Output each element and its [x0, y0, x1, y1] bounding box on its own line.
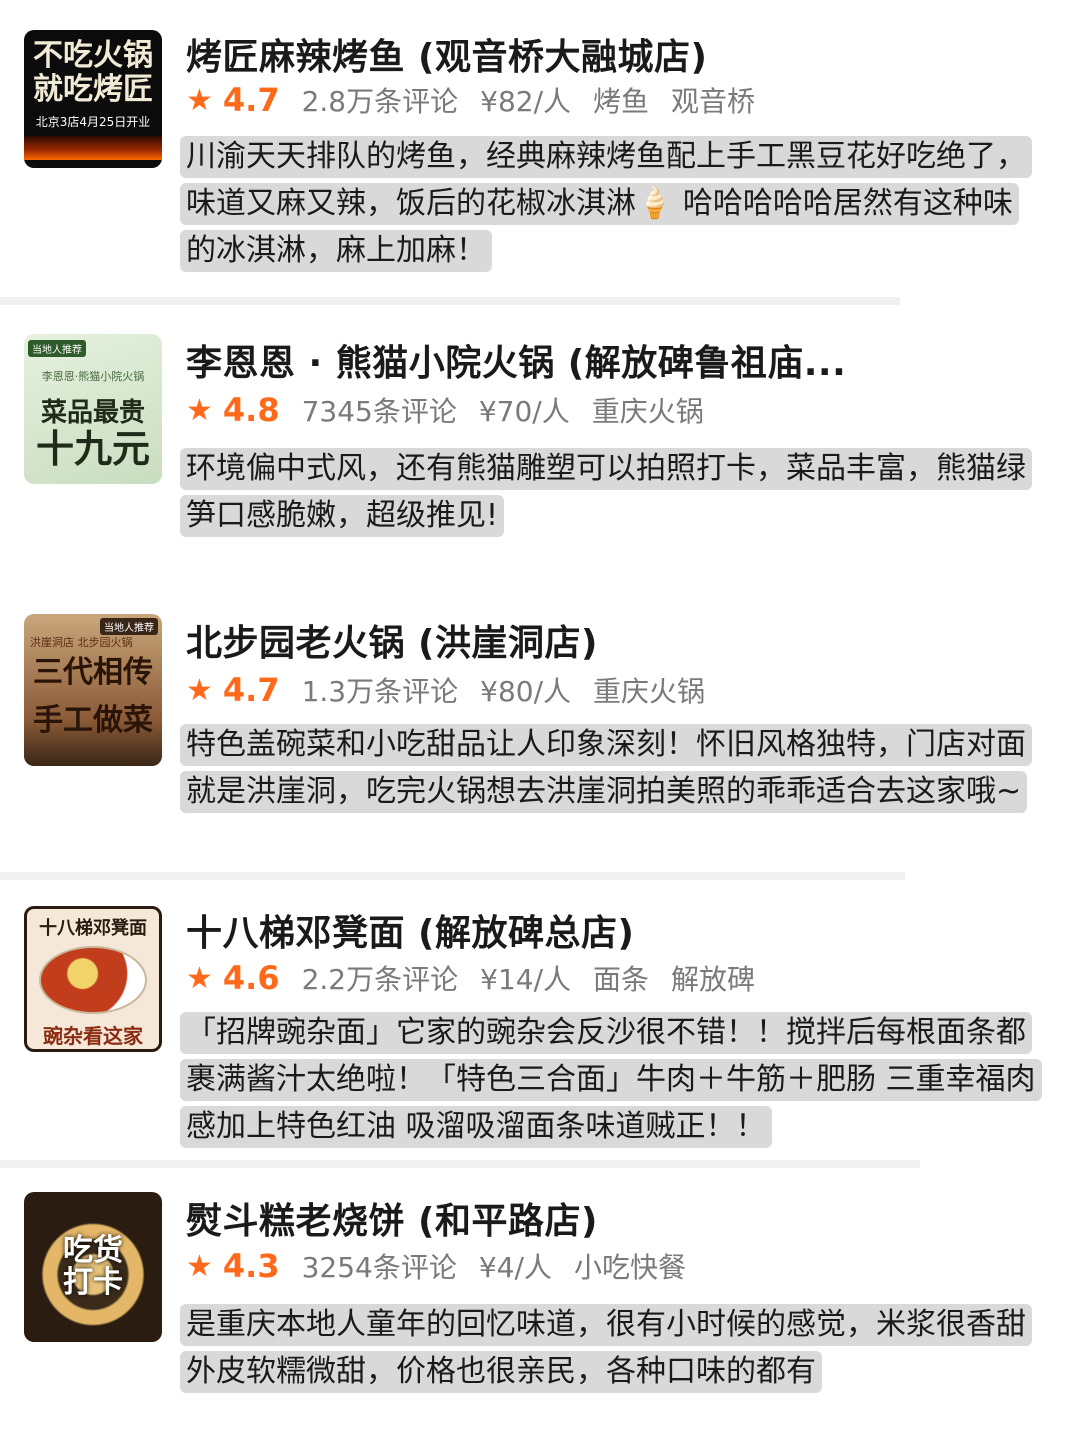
price-per-person: ¥14/人 — [480, 963, 572, 996]
restaurant-name[interactable]: 烤匠麻辣烤鱼 (观音桥大融城店) — [186, 28, 707, 80]
review-count: 1.3万条评论 — [301, 675, 459, 708]
review-line: 环境偏中式风，还有熊猫雕塑可以拍照打卡，菜品丰富，熊猫绿 — [180, 448, 1032, 490]
thumb-caption: 北京3店4月25日开业 — [35, 114, 151, 129]
thumb-text: 不吃火锅 — [33, 37, 153, 73]
restaurant-name[interactable]: 熨斗糕老烧饼 (和平路店) — [186, 1192, 598, 1244]
star-icon: ★ — [186, 1248, 213, 1284]
thumb-text: 打卡 — [63, 1265, 123, 1300]
restaurant-card[interactable]: 不吃火锅 就吃烤匠 北京3店4月25日开业 烤匠麻辣烤鱼 (观音桥大融城店) ★… — [0, 0, 1080, 300]
restaurant-name[interactable]: 十八梯邓凳面 (解放碑总店) — [186, 904, 634, 956]
noodle-bowl-graphic — [39, 945, 147, 1014]
rating-score: 4.8 — [222, 391, 280, 429]
thumb-text: 三代相传 — [33, 655, 153, 690]
restaurant-meta: ★ 4.7 1.3万条评论 ¥80/人 重庆火锅 — [186, 670, 705, 710]
review-count: 2.2万条评论 — [301, 963, 459, 996]
recommend-badge: 当地人推荐 — [100, 618, 158, 635]
review-line: 就是洪崖洞，吃完火锅想去洪崖洞拍美照的乖乖适合去这家哦~ — [180, 771, 1028, 813]
category-tag: 小吃快餐 — [573, 1251, 686, 1284]
restaurant-thumbnail[interactable]: 十八梯邓凳面 豌杂看这家 — [24, 906, 162, 1052]
restaurant-thumbnail[interactable]: 当地人推荐 洪崖洞店 北步园火锅 三代相传 手工做菜 — [24, 614, 162, 766]
category-tag: 重庆火锅 — [593, 675, 706, 708]
price-per-person: ¥4/人 — [478, 1251, 552, 1284]
review-highlight: 环境偏中式风，还有熊猫雕塑可以拍照打卡，菜品丰富，熊猫绿 笋口感脆嫩，超级推见! — [180, 448, 1060, 542]
thumb-text: 豌杂看这家 — [43, 1023, 143, 1048]
review-count: 2.8万条评论 — [301, 85, 459, 118]
review-highlight: 特色盖碗菜和小吃甜品让人印象深刻！怀旧风格独特，门店对面 就是洪崖洞，吃完火锅想… — [180, 724, 1060, 818]
category-tag: 重庆火锅 — [591, 395, 704, 428]
star-icon: ★ — [186, 392, 213, 428]
restaurant-card[interactable]: 当地人推荐 洪崖洞店 北步园火锅 三代相传 手工做菜 北步园老火锅 (洪崖洞店)… — [0, 600, 1080, 870]
review-line: 感加上特色红油 吸溜吸溜面条味道贼正！！ — [180, 1106, 772, 1148]
review-line: 外皮软糯微甜，价格也很亲民，各种口味的都有 — [180, 1351, 822, 1393]
section-divider — [0, 297, 900, 305]
review-line: 特色盖碗菜和小吃甜品让人印象深刻！怀旧风格独特，门店对面 — [180, 724, 1032, 766]
star-icon: ★ — [186, 672, 213, 708]
rating-score: 4.7 — [222, 671, 280, 709]
restaurant-thumbnail[interactable]: 吃货 打卡 — [24, 1192, 162, 1342]
review-highlight: 川渝天天排队的烤鱼，经典麻辣烤鱼配上手工黑豆花好吃绝了， 味道又麻又辣，饭后的花… — [180, 136, 1060, 277]
recommend-badge: 当地人推荐 — [28, 340, 86, 357]
price-per-person: ¥70/人 — [478, 395, 570, 428]
section-divider — [0, 1160, 920, 1168]
thumb-text: 十八梯邓凳面 — [39, 917, 147, 939]
review-count: 3254条评论 — [301, 1251, 457, 1284]
star-icon: ★ — [186, 82, 213, 118]
section-divider — [0, 872, 905, 880]
restaurant-meta: ★ 4.3 3254条评论 ¥4/人 小吃快餐 — [186, 1246, 686, 1286]
review-line: 「招牌豌杂面」它家的豌杂会反沙很不错！！搅拌后每根面条都 — [180, 1012, 1032, 1054]
thumb-text: 菜品最贵 — [40, 397, 145, 428]
restaurant-card[interactable]: 当地人推荐 李恩恩·熊猫小院火锅 菜品最贵 十九元 李恩恩 · 熊猫小院火锅 (… — [0, 310, 1080, 560]
price-per-person: ¥80/人 — [480, 675, 572, 708]
rating-score: 4.6 — [222, 959, 280, 997]
area-tag: 解放碑 — [671, 963, 756, 996]
flame-graphic — [24, 135, 162, 160]
area-tag: 观音桥 — [671, 85, 756, 118]
restaurant-meta: ★ 4.6 2.2万条评论 ¥14/人 面条 解放碑 — [186, 958, 755, 998]
rating-score: 4.3 — [222, 1247, 280, 1285]
star-icon: ★ — [186, 960, 213, 996]
review-line: 笋口感脆嫩，超级推见! — [180, 495, 505, 537]
restaurant-name[interactable]: 北步园老火锅 (洪崖洞店) — [186, 614, 598, 666]
thumb-caption: 洪崖洞店 北步园火锅 — [30, 636, 133, 649]
restaurant-meta: ★ 4.7 2.8万条评论 ¥82/人 烤鱼 观音桥 — [186, 80, 755, 120]
price-per-person: ¥82/人 — [480, 85, 572, 118]
category-tag: 面条 — [593, 963, 650, 996]
thumb-text: 就吃烤匠 — [33, 71, 153, 107]
review-highlight: 是重庆本地人童年的回忆味道，很有小时候的感觉，米浆很香甜 外皮软糯微甜，价格也很… — [180, 1304, 1060, 1398]
review-line: 味道又麻又辣，饭后的花椒冰淇淋🍦 哈哈哈哈哈居然有这种味 — [180, 183, 1019, 225]
restaurant-name[interactable]: 李恩恩 · 熊猫小院火锅 (解放碑鲁祖庙... — [186, 334, 846, 386]
restaurant-thumbnail[interactable]: 当地人推荐 李恩恩·熊猫小院火锅 菜品最贵 十九元 — [24, 334, 162, 484]
category-tag: 烤鱼 — [593, 85, 650, 118]
review-highlight: 「招牌豌杂面」它家的豌杂会反沙很不错！！搅拌后每根面条都 裹满酱汁太绝啦！「特色… — [180, 1012, 1060, 1153]
review-line: 的冰淇淋，麻上加麻！ — [180, 230, 492, 272]
review-count: 7345条评论 — [301, 395, 457, 428]
thumb-text: 手工做菜 — [33, 703, 153, 738]
restaurant-card[interactable]: 吃货 打卡 熨斗糕老烧饼 (和平路店) ★ 4.3 3254条评论 ¥4/人 小… — [0, 1180, 1080, 1440]
thumb-caption: 李恩恩·熊猫小院火锅 — [41, 369, 145, 383]
restaurant-meta: ★ 4.8 7345条评论 ¥70/人 重庆火锅 — [186, 390, 704, 430]
restaurant-card[interactable]: 十八梯邓凳面 豌杂看这家 十八梯邓凳面 (解放碑总店) ★ 4.6 2.2万条评… — [0, 890, 1080, 1160]
review-line: 裹满酱汁太绝啦！「特色三合面」牛肉＋牛筋＋肥肠 三重幸福肉 — [180, 1059, 1042, 1101]
restaurant-thumbnail[interactable]: 不吃火锅 就吃烤匠 北京3店4月25日开业 — [24, 30, 162, 168]
rating-score: 4.7 — [222, 81, 280, 119]
thumb-text: 吃货 — [63, 1233, 123, 1268]
review-line: 川渝天天排队的烤鱼，经典麻辣烤鱼配上手工黑豆花好吃绝了， — [180, 136, 1032, 178]
thumb-text: 十九元 — [35, 426, 150, 471]
review-line: 是重庆本地人童年的回忆味道，很有小时候的感觉，米浆很香甜 — [180, 1304, 1032, 1346]
